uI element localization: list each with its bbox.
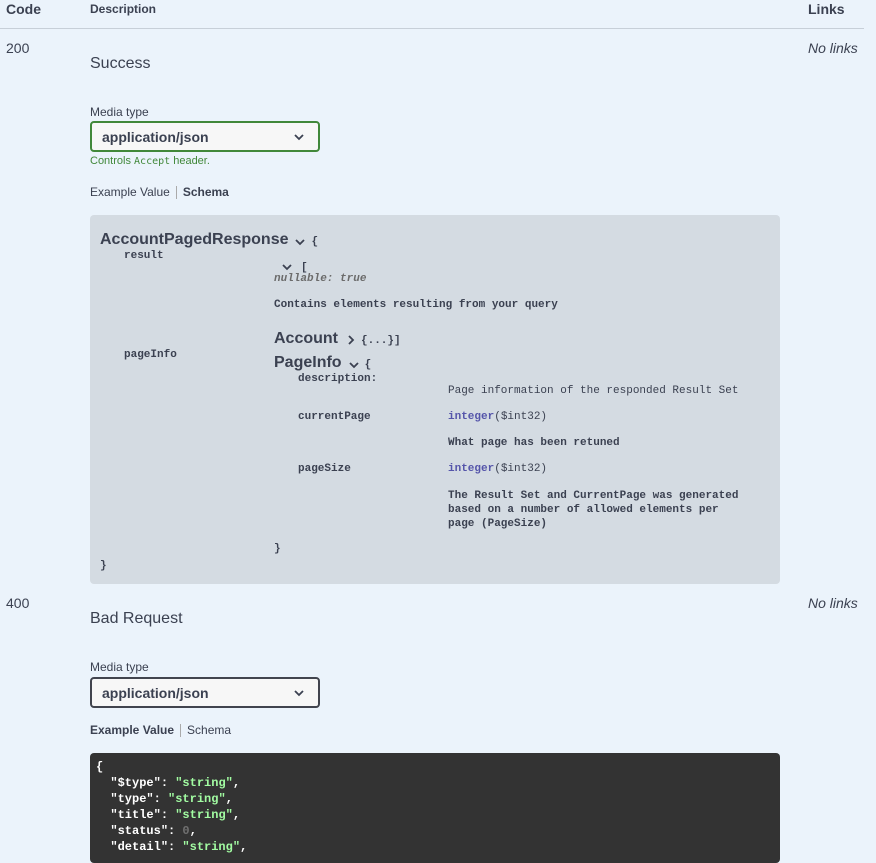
account-collapsed: {...}] [361, 335, 401, 347]
json-line: "detail": "string", [110, 840, 248, 854]
controls-accept-note: Controls Accept header. [90, 155, 210, 167]
chevron-down-icon [294, 134, 304, 141]
account-model-toggle[interactable]: Account {...}] [274, 330, 401, 348]
json-line: "title": "string", [110, 808, 241, 822]
tab-separator [175, 185, 177, 199]
result-array-toggle[interactable]: [ [282, 259, 308, 274]
media-type-label: Media type [90, 660, 149, 674]
currentpage-description: What page has been retuned [448, 437, 620, 449]
prop-name-result: result [124, 250, 164, 262]
json-line: "type": "string", [110, 792, 233, 806]
header-divider [0, 28, 864, 29]
tab-schema[interactable]: Schema [183, 185, 229, 199]
media-type-value: application/json [102, 128, 209, 145]
response-links-400: No links [808, 595, 858, 611]
response-description-200: Success [90, 55, 151, 72]
response-description-400: Bad Request [90, 610, 183, 627]
pagesize-description: The Result Set and CurrentPage was gener… [448, 490, 739, 530]
model-header[interactable]: AccountPagedResponse { [100, 231, 318, 249]
response-code-400: 400 [6, 595, 30, 611]
model-close-brace: } [100, 560, 107, 572]
currentpage-type: integer($int32) [448, 411, 548, 423]
chevron-down-icon [295, 238, 306, 245]
response-links-200: No links [808, 40, 858, 56]
json-line: "status": 0, [110, 824, 197, 838]
media-type-value: application/json [102, 684, 209, 701]
pageinfo-open-brace: { [364, 359, 372, 371]
tab-separator [180, 723, 182, 737]
json-line: "$type": "string", [110, 776, 241, 790]
nullable-note: nullable: true [274, 273, 367, 285]
chevron-down-icon [294, 690, 304, 697]
column-header-links: Links [808, 1, 845, 17]
model-open-brace: { [311, 236, 319, 248]
example-schema-tabs: Example Value Schema [90, 185, 229, 199]
chevron-right-icon [348, 335, 355, 345]
tab-schema[interactable]: Schema [187, 723, 231, 737]
pageinfo-model-name: PageInfo [274, 354, 342, 371]
pageinfo-prop-description: description: [298, 373, 378, 385]
chevron-down-icon [348, 361, 359, 368]
pageinfo-close-brace: } [274, 543, 281, 555]
chevron-down-icon [282, 263, 292, 270]
pageinfo-prop-currentpage: currentPage [298, 411, 371, 423]
model-name: AccountPagedResponse [100, 231, 289, 248]
tab-example-value[interactable]: Example Value [90, 723, 174, 737]
example-json: { "$type": "string", "type": "string", "… [96, 759, 247, 855]
result-description: Contains elements resulting from your qu… [274, 299, 558, 311]
column-header-code: Code [6, 1, 41, 17]
json-open-brace: { [96, 760, 104, 774]
media-type-select[interactable]: application/json [90, 121, 320, 152]
tab-example-value[interactable]: Example Value [90, 185, 170, 199]
media-type-label: Media type [90, 105, 149, 119]
example-schema-tabs: Example Value Schema [90, 723, 231, 737]
prop-name-pageinfo: pageInfo [124, 349, 177, 361]
response-code-200: 200 [6, 40, 30, 56]
pageinfo-prop-pagesize: pageSize [298, 463, 351, 475]
column-header-description: Description [90, 2, 157, 16]
account-model-name: Account [274, 330, 338, 347]
pageinfo-prop-description-text: Page information of the responded Result… [448, 385, 739, 397]
pagesize-type: integer($int32) [448, 463, 548, 475]
pageinfo-model-toggle[interactable]: PageInfo { [274, 354, 371, 372]
media-type-select[interactable]: application/json [90, 677, 320, 708]
